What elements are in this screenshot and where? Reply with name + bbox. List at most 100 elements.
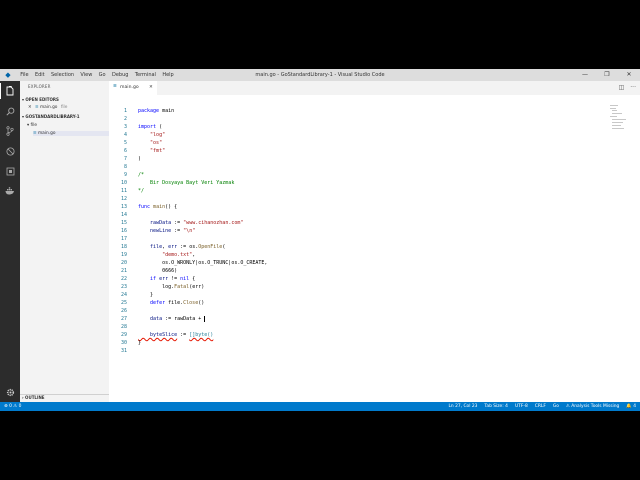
explorer-sidebar: EXPLORER ▾ OPEN EDITORS ✕ ≡ main.go file… [20,81,109,402]
code-line: import ( [138,124,163,130]
code-line: "fmt" [138,148,166,154]
minimap[interactable] [610,105,628,130]
menu-go[interactable]: Go [95,69,108,81]
line-number: 28 [120,324,127,330]
menu-view[interactable]: View [77,69,95,81]
line-number: 11 [120,188,127,194]
line-number: 7 [123,156,127,162]
problems-indicator[interactable]: ⊗ 0 ⚠ 0 [4,402,21,411]
code-line: package main [138,108,175,114]
line-number: 17 [120,236,127,242]
code-line: "log" [138,132,166,138]
code-line: if err != nil { [138,276,196,282]
go-file-icon: ≡ [113,84,117,89]
line-number: 24 [120,292,127,298]
notifications-bell-icon[interactable]: 🔔 4 [626,402,636,411]
extensions-icon[interactable] [0,163,20,179]
code-line: Bir Dosyaya Bayt Veri Yazmak [138,180,235,186]
code-line: /* [138,172,145,178]
analysis-tools-warning[interactable]: ⚠ Analysis Tools Missing [566,402,619,411]
line-number: 10 [120,180,127,186]
menu-edit[interactable]: Edit [32,69,48,81]
line-number: 6 [123,148,127,154]
open-editors-section[interactable]: ▾ OPEN EDITORS [22,97,59,102]
code-line: newLine := "\n" [138,228,196,234]
code-line: defer file.Close() [138,300,205,306]
line-number: 29 [120,332,127,338]
line-number: 4 [123,132,127,138]
line-number: 18 [120,244,127,250]
explorer-icon[interactable] [0,83,20,99]
line-number: 30 [120,340,127,346]
tab-label: main.go [120,84,139,90]
workspace-section[interactable]: ▾ GOSTANDARDLIBRARY-1 [22,114,80,119]
open-editor-folder: file [60,105,68,110]
code-line: "demo.txt", [138,252,196,258]
tab-size[interactable]: Tab Size: 4 [484,402,508,411]
line-number: 2 [123,116,127,122]
text-cursor [204,316,206,322]
explorer-header: EXPLORER [28,84,51,89]
debug-icon[interactable] [0,143,20,159]
line-number: 13 [120,204,127,210]
line-number: 15 [120,220,127,226]
code-line-current: data := rawData + [138,316,206,322]
status-bar: ⊗ 0 ⚠ 0 Ln 27, Col 23 Tab Size: 4 UTF-8 … [0,402,640,411]
code-line: 0666) [138,268,178,274]
menu-debug[interactable]: Debug [109,69,132,81]
menu-help[interactable]: Help [159,69,177,81]
line-number: 14 [120,212,127,218]
tab-main-go[interactable]: ≡ main.go ✕ [109,81,157,95]
line-number: 22 [120,276,127,282]
source-control-icon[interactable] [0,123,20,139]
menu-selection[interactable]: Selection [48,69,77,81]
vscode-window: ◆ File Edit Selection View Go Debug Term… [0,69,640,411]
file-item-main-go[interactable]: ≡ main.go [33,131,109,136]
docker-icon[interactable] [0,183,20,199]
open-editor-item[interactable]: ✕ ≡ main.go file [28,105,67,110]
title-bar: ◆ File Edit Selection View Go Debug Term… [0,69,640,81]
tab-bar: ≡ main.go ✕ ◫ ··· [109,81,640,95]
line-number: 27 [120,316,127,322]
window-controls: — ❐ ✕ [574,69,640,81]
line-number: 26 [120,308,127,314]
editor-area: ≡ main.go ✕ ◫ ··· 1 2 3 4 5 6 7 8 9 10 1… [109,81,640,402]
line-number: 21 [120,268,127,274]
line-number: 23 [120,284,127,290]
line-number: 20 [120,260,127,266]
line-number: 12 [120,196,127,202]
close-window-button[interactable]: ✕ [618,69,640,81]
more-actions-icon[interactable]: ··· [630,84,636,91]
language-mode[interactable]: Go [553,402,559,411]
menu-file[interactable]: File [17,69,32,81]
line-number: 9 [123,172,127,178]
tab-close-icon[interactable]: ✕ [149,85,153,90]
go-file-icon: ≡ [33,131,37,136]
line-number: 1 [123,108,127,114]
code-line: */ [138,188,145,194]
line-number: 3 [123,124,127,130]
vscode-logo-icon: ◆ [5,71,11,79]
open-editor-filename: main.go [39,105,58,110]
line-ending[interactable]: CRLF [535,402,546,411]
code-line: log.Fatal(err) [138,284,205,290]
encoding[interactable]: UTF-8 [515,402,528,411]
code-line: rawData := "www.cihanozhan.com" [138,220,244,226]
line-number: 19 [120,252,127,258]
close-icon[interactable]: ✕ [28,105,32,110]
line-number: 8 [123,164,127,170]
code-line: ) [138,156,142,162]
split-editor-icon[interactable]: ◫ [619,84,625,91]
search-icon[interactable] [0,103,20,119]
line-number: 5 [123,140,127,146]
menu-terminal[interactable]: Terminal [132,69,160,81]
cursor-position[interactable]: Ln 27, Col 23 [448,402,477,411]
activity-bar [0,81,20,402]
minimize-button[interactable]: — [574,69,596,81]
code-line: byteSlice := []byte() [138,332,214,338]
maximize-button[interactable]: ❐ [596,69,618,81]
folder-item[interactable]: ▾ file [27,123,37,128]
code-line: } [138,340,142,346]
settings-gear-icon[interactable] [0,384,20,400]
line-number: 25 [120,300,127,306]
